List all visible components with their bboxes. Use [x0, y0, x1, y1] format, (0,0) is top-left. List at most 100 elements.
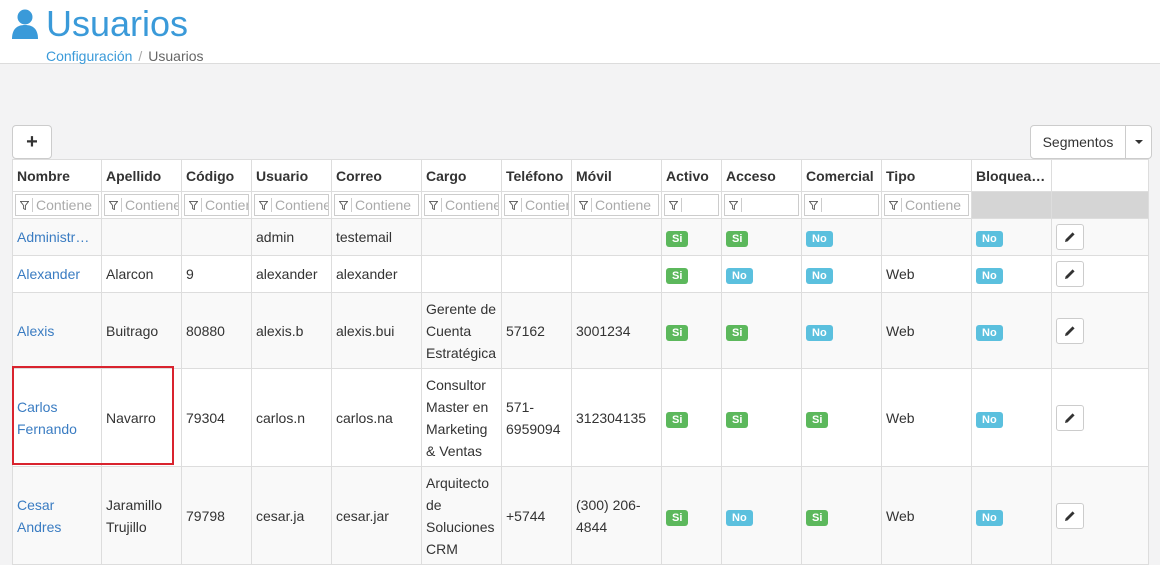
cell-acceso: No	[721, 255, 802, 293]
cell-nombre: Alexander	[12, 255, 102, 293]
cell-tipo: Web	[881, 255, 972, 293]
segments-button[interactable]: Segmentos	[1030, 125, 1126, 159]
cell-text: Alarcon	[106, 266, 154, 282]
page-header: Usuarios Configuración / Usuarios	[0, 0, 1160, 64]
cell-text: cesar.ja	[256, 507, 305, 524]
column-header[interactable]: Correo	[331, 159, 422, 192]
filter-icon[interactable]	[575, 198, 591, 212]
cell-text: Buitrago	[106, 322, 159, 339]
edit-user-button[interactable]	[1056, 261, 1084, 287]
filter-icon[interactable]	[805, 198, 821, 212]
user-name-link[interactable]: Alexander	[17, 263, 97, 285]
filter-icon[interactable]	[665, 198, 681, 212]
filter-placeholder: Contiene	[205, 197, 248, 213]
status-badge: Si	[666, 231, 689, 247]
cell-nombre: Administrador	[12, 218, 102, 256]
add-user-button[interactable]: +	[12, 125, 52, 159]
status-badge: No	[806, 231, 833, 247]
breadcrumb-current: Usuarios	[148, 48, 204, 64]
filter-input[interactable]	[804, 194, 879, 216]
cell-bloqueado: No	[971, 368, 1052, 467]
status-badge: Si	[666, 268, 689, 284]
filter-cell: Contiene	[331, 191, 422, 219]
filter-divider	[121, 198, 122, 212]
filter-input[interactable]: Contiene	[424, 194, 499, 216]
column-header[interactable]: Bloqueado	[971, 159, 1052, 192]
filter-placeholder: Contiene	[595, 197, 652, 213]
filter-divider	[351, 198, 352, 212]
filter-input[interactable]: Contiene	[884, 194, 969, 216]
cell-actions	[1051, 218, 1149, 256]
status-badge: Si	[726, 411, 749, 428]
filter-input[interactable]: Contiene	[334, 194, 419, 216]
column-header[interactable]: Móvil	[571, 159, 662, 192]
filter-divider	[901, 198, 902, 212]
filter-icon[interactable]	[885, 198, 901, 212]
user-name-link[interactable]: Administrador	[17, 226, 97, 248]
filter-icon[interactable]	[255, 198, 271, 212]
filter-icon[interactable]	[425, 198, 441, 212]
users-table: Nombre Apellido Código Usuario Correo Cargo Te…	[12, 159, 1149, 565]
cell-correo: testemail	[331, 218, 422, 256]
edit-user-button[interactable]	[1056, 404, 1084, 431]
filter-icon[interactable]	[505, 198, 521, 212]
edit-user-button[interactable]	[1056, 224, 1084, 250]
edit-user-button[interactable]	[1056, 502, 1084, 529]
cell-text: admin	[256, 229, 295, 245]
cell-movil: 3001234	[571, 292, 662, 369]
cell-text: (300) 206-4844	[576, 496, 641, 535]
filter-input[interactable]: Contiene	[254, 194, 329, 216]
pencil-icon	[1064, 231, 1076, 243]
filter-input[interactable]: Contiene	[15, 194, 99, 216]
column-header[interactable]: Cargo	[421, 159, 502, 192]
pencil-icon	[1064, 268, 1076, 280]
column-header[interactable]: Activo	[661, 159, 722, 192]
cell-text: 312304135	[576, 409, 647, 426]
cell-tipo	[881, 218, 972, 256]
filter-icon[interactable]	[16, 198, 32, 212]
cell-activo: Si	[661, 292, 722, 369]
column-header[interactable]: Código	[181, 159, 252, 192]
filter-icon[interactable]	[185, 198, 201, 212]
filter-placeholder: Contiene	[355, 197, 412, 213]
column-header[interactable]: Comercial	[801, 159, 882, 192]
filter-input[interactable]	[724, 194, 799, 216]
filter-cell	[661, 191, 722, 219]
column-header[interactable]: Usuario	[251, 159, 332, 192]
pencil-icon	[1064, 412, 1076, 424]
user-name-link[interactable]: Alexis	[17, 320, 97, 342]
cell-bloqueado: No	[971, 255, 1052, 293]
column-header[interactable]: Nombre	[12, 159, 102, 192]
column-header[interactable]: Acceso	[721, 159, 802, 192]
cell-acceso: Si	[721, 218, 802, 256]
filter-cell: Contiene	[101, 191, 182, 219]
cell-actions	[1051, 466, 1149, 565]
segments-caret-button[interactable]	[1126, 125, 1152, 159]
filter-input[interactable]: Contiene	[574, 194, 659, 216]
cell-actions	[1051, 292, 1149, 369]
filter-cell: Contiene	[251, 191, 332, 219]
filter-input[interactable]: Contiene	[184, 194, 249, 216]
cell-text: carlos.na	[336, 409, 393, 426]
edit-user-button[interactable]	[1056, 317, 1084, 344]
column-header[interactable]: Tipo	[881, 159, 972, 192]
filter-input[interactable]: Contiene	[504, 194, 569, 216]
column-header[interactable]: Teléfono	[501, 159, 572, 192]
cell-apellido: Alarcon	[101, 255, 182, 293]
breadcrumb-link-configuracion[interactable]: Configuración	[46, 48, 132, 64]
user-name-link[interactable]: Carlos Fernando	[17, 396, 97, 440]
filter-icon[interactable]	[335, 198, 351, 212]
cell-tipo: Web	[881, 368, 972, 467]
status-badge: Si	[666, 411, 689, 428]
cell-text: Web	[886, 409, 915, 426]
filter-icon[interactable]	[105, 198, 121, 212]
cell-codigo: 80880	[181, 292, 252, 369]
cell-text: alexis.bui	[336, 322, 395, 339]
user-name-link[interactable]: Cesar Andres	[17, 494, 97, 538]
table-body: Administrador admin testemail Si Si No No Alexa…	[12, 218, 1149, 565]
filter-input[interactable]: Contiene	[104, 194, 179, 216]
cell-telefono: +5744	[501, 466, 572, 565]
filter-input[interactable]	[664, 194, 719, 216]
column-header[interactable]: Apellido	[101, 159, 182, 192]
filter-icon[interactable]	[725, 198, 741, 212]
